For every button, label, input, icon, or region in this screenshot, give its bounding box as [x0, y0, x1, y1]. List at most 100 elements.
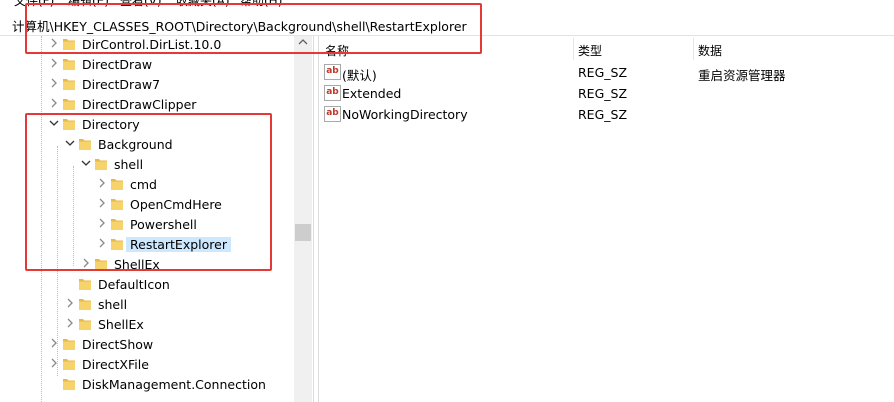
folder-icon [111, 219, 123, 230]
menu-help[interactable]: 帮助(H) [240, 0, 282, 9]
tree-item-label: Background [98, 137, 173, 152]
address-path[interactable]: 计算机\HKEY_CLASSES_ROOT\Directory\Backgrou… [12, 16, 467, 35]
menu-favorites[interactable]: 收藏夹(A) [176, 0, 230, 9]
scrollbar-thumb[interactable] [295, 224, 311, 241]
folder-icon [63, 59, 75, 70]
value-type: REG_SZ [578, 86, 628, 101]
folder-icon [79, 299, 91, 310]
tree-item[interactable]: shell [0, 294, 294, 314]
chevron-down-icon[interactable] [80, 156, 92, 170]
tree-item-label: DirectXFile [82, 357, 149, 372]
tree-item[interactable]: DefaultIcon [0, 274, 294, 294]
folder-icon [111, 179, 123, 190]
scroll-up-icon[interactable] [297, 38, 309, 46]
registry-tree[interactable]: DirControl.DirList.10.0 DirectDraw DirectD… [0, 36, 312, 402]
tree-item-label: DirControl.DirList.10.0 [82, 37, 222, 52]
chevron-right-icon[interactable] [96, 216, 108, 230]
tree-item-label: OpenCmdHere [130, 197, 222, 212]
column-divider[interactable] [573, 38, 574, 60]
menu-edit[interactable]: 编辑(E) [68, 0, 109, 9]
folder-icon [79, 139, 91, 150]
chevron-right-icon[interactable] [48, 56, 60, 70]
menu-file[interactable]: 文件(F) [14, 0, 54, 9]
tree-item-label: Powershell [130, 217, 197, 232]
tree-item[interactable]: Directory [0, 114, 294, 134]
value-name: (默认) [342, 68, 377, 83]
values-list[interactable]: 名称 类型 数据 ab (默认) REG_SZ 重启资源管理器 ab Exten… [319, 36, 894, 402]
tree-item-label: Directory [82, 117, 140, 132]
tree-item[interactable]: DirectShow [0, 334, 294, 354]
tree-item[interactable]: Background [0, 134, 294, 154]
column-header-name[interactable]: 名称 [325, 42, 349, 59]
value-type: REG_SZ [578, 65, 628, 80]
value-name: NoWorkingDirectory [342, 107, 468, 122]
chevron-right-icon[interactable] [48, 356, 60, 370]
chevron-right-icon[interactable] [48, 96, 60, 110]
string-value-icon: ab [324, 106, 341, 122]
tree-item[interactable]: DirControl.DirList.10.0 [0, 36, 294, 54]
chevron-right-icon[interactable] [48, 76, 60, 90]
tree-item[interactable]: DirectDrawClipper [0, 94, 294, 114]
string-value-icon: ab [324, 85, 341, 101]
tree-item-label: shell [114, 157, 144, 172]
folder-icon [63, 379, 75, 390]
chevron-right-icon[interactable] [64, 296, 76, 310]
folder-icon [95, 159, 107, 170]
tree-item-label: ShellEx [98, 317, 144, 332]
folder-icon [63, 79, 75, 90]
tree-item[interactable]: shell [0, 154, 294, 174]
chevron-right-icon[interactable] [48, 36, 60, 50]
folder-icon [63, 99, 75, 110]
tree-item[interactable]: DirectDraw7 [0, 74, 294, 94]
tree-item-label: DiskManagement.Connection [82, 377, 266, 392]
chevron-right-icon[interactable] [64, 316, 76, 330]
tree-item-label: ShellEx [114, 257, 160, 272]
value-row[interactable]: ab (默认) REG_SZ 重启资源管理器 [319, 62, 894, 83]
tree-item[interactable]: RestartExplorer [0, 234, 294, 254]
value-row[interactable]: ab NoWorkingDirectory REG_SZ [319, 104, 894, 124]
chevron-right-icon[interactable] [96, 176, 108, 190]
tree-item[interactable]: DirectXFile [0, 354, 294, 374]
tree-item[interactable]: cmd [0, 174, 294, 194]
tree-item-label: RestartExplorer [126, 237, 231, 252]
tree-item-label: DirectDrawClipper [82, 97, 197, 112]
string-value-icon: ab [324, 64, 341, 80]
tree-item-label: DirectShow [82, 337, 154, 352]
tree-item[interactable]: DiskManagement.Connection [0, 374, 294, 394]
column-divider[interactable] [693, 38, 694, 60]
folder-icon [63, 339, 75, 350]
chevron-right-icon[interactable] [48, 336, 60, 350]
tree-item-label: shell [98, 297, 128, 312]
column-header-data[interactable]: 数据 [698, 42, 722, 59]
folder-icon [79, 319, 91, 330]
tree-item-label: DefaultIcon [98, 277, 170, 292]
folder-icon [111, 239, 123, 250]
tree-item-label: cmd [130, 177, 157, 192]
tree-item[interactable]: ShellEx [0, 314, 294, 334]
folder-icon [63, 119, 75, 130]
value-data: 重启资源管理器 [698, 68, 786, 83]
folder-icon [79, 279, 91, 290]
chevron-right-icon[interactable] [80, 256, 92, 270]
tree-item[interactable]: DirectDraw [0, 54, 294, 74]
value-name: Extended [342, 86, 402, 101]
tree-item-label: DirectDraw [82, 57, 153, 72]
chevron-down-icon[interactable] [64, 136, 76, 150]
value-type: REG_SZ [578, 107, 628, 122]
tree-item[interactable]: Powershell [0, 214, 294, 234]
value-row[interactable]: ab Extended REG_SZ [319, 83, 894, 103]
column-header-type[interactable]: 类型 [578, 42, 602, 59]
tree-item[interactable]: ShellEx [0, 254, 294, 274]
menu-bar: 文件(F) 编辑(E) 查看(V) 收藏夹(A) 帮助(H) [0, 0, 894, 9]
folder-icon [111, 199, 123, 210]
folder-icon [63, 359, 75, 370]
menu-view[interactable]: 查看(V) [120, 0, 162, 9]
tree-item[interactable]: OpenCmdHere [0, 194, 294, 214]
tree-scrollbar[interactable] [294, 36, 312, 402]
chevron-right-icon[interactable] [96, 196, 108, 210]
chevron-right-icon[interactable] [96, 236, 108, 250]
tree-item-label: DirectDraw7 [82, 77, 161, 92]
address-bar[interactable]: 计算机\HKEY_CLASSES_ROOT\Directory\Backgrou… [0, 13, 894, 36]
chevron-down-icon[interactable] [48, 116, 60, 130]
folder-icon [95, 259, 107, 270]
